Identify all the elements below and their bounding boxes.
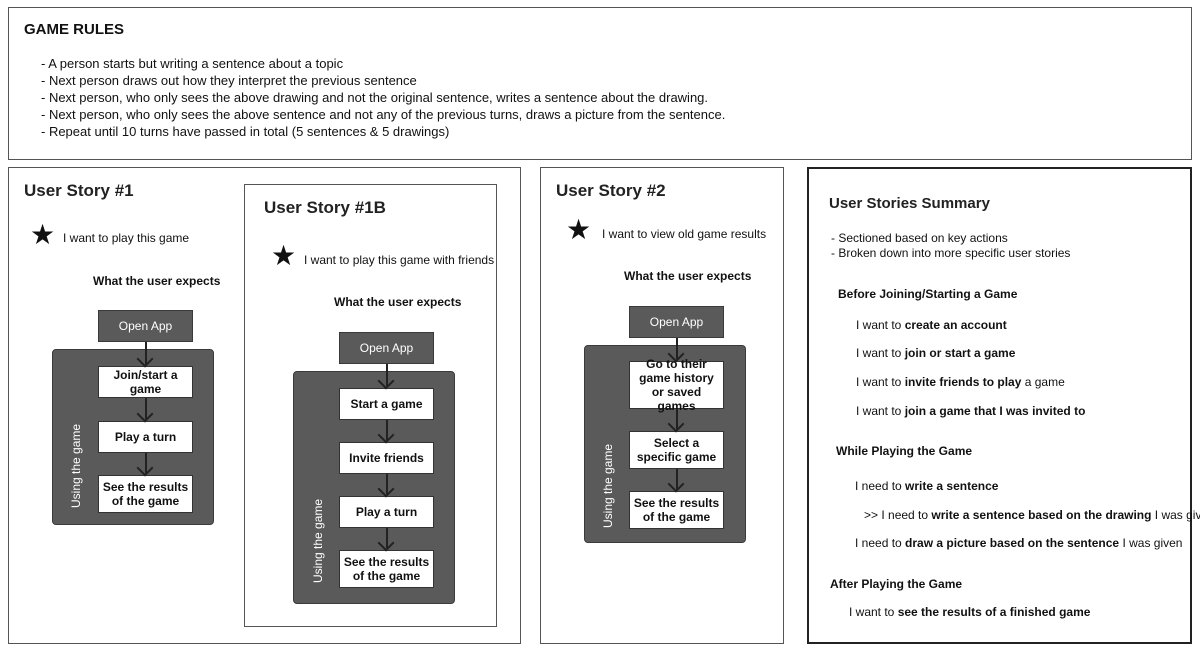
game-rule-line: - Repeat until 10 turns have passed in t… (41, 124, 450, 139)
summary-section-heading: After Playing the Game (830, 577, 963, 591)
flow-step: Go to their game history or saved games (629, 357, 724, 413)
summary-note: - Sectioned based on key actions (831, 231, 1008, 245)
summary-title: User Stories Summary (829, 195, 990, 212)
flow-step: Join/start a game (98, 366, 193, 398)
user-story-2-title: User Story #2 (556, 181, 666, 200)
arrow-down-icon (377, 420, 397, 444)
user-story-2-want: I want to view old game results (602, 227, 767, 241)
open-app-step: Open App (339, 332, 434, 364)
arrow-down-icon (377, 364, 397, 390)
user-story-2-expects: What the user expects (624, 269, 752, 283)
open-app-step: Open App (629, 306, 724, 338)
flow-step: Select a specific game (629, 431, 724, 469)
open-app-step: Open App (98, 310, 193, 342)
game-rule-line: - Next person, who only sees the above s… (41, 107, 726, 122)
flow-step: See the results of the game (339, 550, 434, 588)
flow-step: Play a turn (98, 421, 193, 453)
user-story-1-want: I want to play this game (63, 231, 190, 245)
arrow-down-icon (136, 342, 156, 368)
arrow-down-icon (667, 338, 687, 363)
flow-step: Invite friends (339, 442, 434, 474)
user-story-1b-title: User Story #1B (264, 198, 386, 217)
summary-item: I want to invite friends to play a game (856, 375, 1065, 389)
summary-item: I want to see the results of a finished … (849, 605, 1091, 619)
star-icon: ★ (30, 219, 56, 250)
game-rule-line: - A person starts but writing a sentence… (41, 56, 344, 71)
summary-item: I want to create an account (856, 318, 1007, 332)
flow-step: See the results of the game (629, 491, 724, 529)
flow-step: Play a turn (339, 496, 434, 528)
summary-item: I need to write a sentence (855, 479, 999, 493)
summary-item: I want to join a game that I was invited… (856, 404, 1086, 418)
user-story-1-expects: What the user expects (93, 274, 221, 288)
user-story-1b-expects: What the user expects (334, 295, 462, 309)
summary-section-heading: Before Joining/Starting a Game (838, 287, 1018, 301)
arrow-down-icon (667, 409, 687, 433)
arrow-down-icon (136, 398, 156, 423)
flow-step: Start a game (339, 388, 434, 420)
star-icon: ★ (566, 214, 592, 245)
using-the-game-label: Using the game (601, 443, 615, 528)
arrow-down-icon (667, 469, 687, 493)
user-story-1b-want: I want to play this game with friends (304, 253, 495, 267)
summary-item: I want to join or start a game (856, 346, 1016, 360)
arrow-down-icon (377, 474, 397, 498)
star-icon: ★ (271, 240, 297, 271)
game-rule-line: - Next person, who only sees the above d… (41, 90, 709, 105)
arrow-down-icon (136, 453, 156, 477)
game-rules-title: GAME RULES (24, 21, 125, 38)
using-the-game-label: Using the game (69, 423, 83, 508)
summary-item: >> I need to write a sentence based on t… (864, 508, 1200, 522)
user-story-1-title: User Story #1 (24, 181, 134, 200)
game-rule-line: - Next person draws out how they interpr… (41, 73, 417, 88)
summary-note: - Broken down into more specific user st… (831, 246, 1071, 260)
summary-section-heading: While Playing the Game (836, 444, 973, 458)
summary-item: I need to draw a picture based on the se… (855, 536, 1183, 550)
using-the-game-label: Using the game (311, 498, 325, 583)
arrow-down-icon (377, 528, 397, 552)
flow-step: See the results of the game (98, 475, 193, 513)
